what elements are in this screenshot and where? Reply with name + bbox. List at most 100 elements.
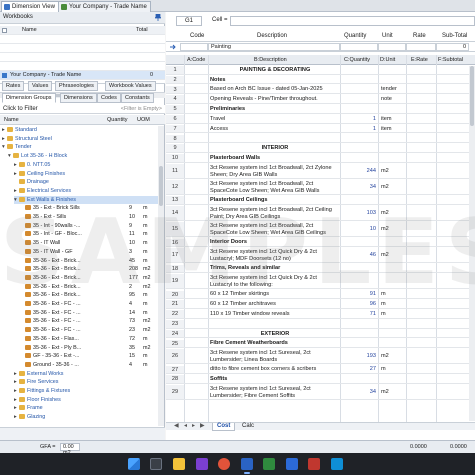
sheet-vscrollbar[interactable] [469, 66, 475, 421]
workbook-row-empty[interactable] [0, 35, 165, 44]
sheet-row[interactable]: 9 INTERIOR [166, 144, 475, 153]
col-header-e[interactable]: E:Rate [411, 57, 428, 63]
tree-group-node[interactable]: ▸ Glazing [14, 413, 158, 421]
estimating-app-taskbar-icon[interactable] [241, 458, 253, 474]
row-description[interactable]: Opening Reveals - Pine/Timber throughout… [210, 96, 340, 103]
row-description[interactable]: Notes [210, 77, 340, 84]
tab-codes[interactable]: Codes [97, 93, 121, 103]
tree-group-node[interactable]: ▸ Ceiling Finishes [14, 170, 158, 178]
row-description[interactable]: 3ct Resene system incl 1ct Broadwall, 2c… [210, 223, 340, 237]
row-description[interactable]: Fibre Cement Weatherboards [210, 340, 340, 347]
row-number[interactable]: 9 [166, 144, 184, 152]
row-number[interactable]: 8 [166, 134, 184, 143]
tree-group-node[interactable]: ▾ Lot 35-36 - H Block [8, 152, 158, 160]
sheet-row[interactable]: 14 3ct Resene system incl 1ct Broadwall, … [166, 206, 475, 222]
row-unit[interactable]: m2 [381, 353, 409, 359]
sheet-row[interactable]: 23 [166, 320, 475, 329]
tree-dimension-item[interactable]: 35-36 - Ext - FC - ... 23 m2 [20, 326, 158, 334]
tree-dimension-item[interactable]: 35-36 - Ext - FC - ... 4 m [20, 300, 158, 308]
file-explorer-icon[interactable] [173, 458, 185, 470]
row-unit[interactable]: m [381, 291, 409, 297]
workbook-row-empty[interactable] [0, 62, 165, 71]
tree-dimension-item[interactable]: 35-36 - Ext - Flas... 72 m [20, 335, 158, 343]
sheet-row[interactable]: 28 Soffits [166, 375, 475, 384]
row-checkbox[interactable] [2, 73, 7, 78]
row-number[interactable]: 5 [166, 105, 184, 113]
sheet-row[interactable]: 18 Trims, Reveals and similar [166, 264, 475, 274]
select-all-checkbox[interactable] [2, 28, 7, 33]
brave-browser-icon[interactable] [218, 458, 230, 470]
row-description[interactable]: Preliminaries [210, 106, 340, 113]
row-number[interactable]: 19 [166, 274, 184, 289]
tab-dimension-view[interactable]: Dimension View [1, 1, 59, 12]
col-header-a[interactable]: A:Code [187, 57, 205, 63]
row-quantity[interactable]: 1 [342, 116, 376, 122]
row-description[interactable]: Based on Arch BC Issue - dated 05-Jan-20… [210, 86, 340, 93]
row-description[interactable]: INTERIOR [210, 145, 340, 152]
sheet-tab-cost[interactable]: Cost [212, 423, 236, 431]
workbook-row-empty[interactable] [0, 53, 165, 62]
tree-dimension-item[interactable]: 35 - Ext - Sills 10 m [20, 213, 158, 221]
quantity-input[interactable] [340, 43, 378, 51]
row-quantity[interactable]: 96 [342, 301, 376, 307]
tree-dimension-item[interactable]: 35 - Ext - Brick Sills 9 m [20, 204, 158, 212]
sheet-row[interactable]: 21 60 x 12 Timber architraves 96 m [166, 300, 475, 309]
sheet-row[interactable]: 8 [166, 134, 475, 144]
row-unit[interactable]: m2 [381, 389, 409, 395]
row-number[interactable]: 11 [166, 164, 184, 178]
row-description[interactable]: EXTERIOR [210, 331, 340, 338]
start-icon[interactable] [128, 458, 140, 470]
sheet-row[interactable]: 7 Access 1 item [166, 124, 475, 134]
unit-input[interactable] [378, 43, 406, 51]
tree-group-node[interactable]: ▸ Fire Services [14, 378, 158, 386]
pdf-app-icon[interactable] [308, 458, 320, 470]
row-quantity[interactable]: 27 [342, 366, 376, 372]
row-number[interactable]: 15 [166, 222, 184, 237]
sync-app-icon[interactable] [331, 458, 343, 470]
tree-group-node[interactable]: ▸ Frame [14, 404, 158, 412]
code-input[interactable] [180, 43, 208, 51]
outlook-icon[interactable] [286, 458, 298, 470]
row-number[interactable]: 22 [166, 310, 184, 318]
row-description[interactable]: 3ct Resene system incl 1ct Quick Dry & 2… [210, 249, 340, 263]
sheet-tab-calc[interactable]: Calc [238, 423, 258, 431]
row-number[interactable]: 23 [166, 320, 184, 328]
sheet-row[interactable]: 24 EXTERIOR [166, 329, 475, 339]
row-number[interactable]: 13 [166, 196, 184, 204]
row-quantity[interactable]: 103 [342, 210, 376, 216]
tab-dimension-groups[interactable]: Dimension Groups [2, 93, 56, 103]
row-unit[interactable]: m2 [381, 226, 409, 232]
row-number[interactable]: 1 [166, 66, 184, 74]
sheet-row[interactable]: 27 ditto to fibre cement box corners & sc… [166, 365, 475, 375]
sheet-row[interactable]: 1 PAINTING & DECORATING [166, 66, 475, 75]
tree-group-node[interactable]: ▾ Ext Walls & Finishes [14, 195, 158, 204]
excel-icon[interactable] [263, 458, 275, 470]
row-quantity[interactable]: 244 [342, 168, 376, 174]
tree-dimension-item[interactable]: 35-36 - Ext - Brick... 177 m2 [20, 274, 158, 282]
sheet-row[interactable]: 10 Plasterboard Walls [166, 154, 475, 163]
sheet-row[interactable]: 2 Notes [166, 75, 475, 85]
tab-workbook-values[interactable]: Workbook Values [105, 81, 156, 91]
sheet-row[interactable]: 12 3ct Resene system incl 1ct Broadwall, … [166, 180, 475, 196]
row-unit[interactable]: m2 [381, 210, 409, 216]
nav-last-icon[interactable]: ▶ [196, 423, 209, 431]
tree-group-node[interactable]: ▸ Standard [2, 126, 158, 134]
row-unit[interactable]: item [381, 116, 409, 122]
cell-reference[interactable]: G1 [176, 16, 202, 26]
row-quantity[interactable]: 34 [342, 184, 376, 190]
row-quantity[interactable]: 71 [342, 311, 376, 317]
row-number[interactable]: 14 [166, 206, 184, 221]
tab-workbook[interactable]: Your Company - Trade Name [58, 1, 151, 12]
row-unit[interactable]: m2 [381, 168, 409, 174]
sheet-row[interactable]: 3 Based on Arch BC Issue - dated 05-Jan-2… [166, 85, 475, 95]
tree-vscrollbar[interactable] [158, 126, 164, 426]
pin-icon[interactable] [155, 14, 161, 21]
row-description[interactable]: 3ct Resene system incl 1ct Sureseal, 2ct… [210, 350, 340, 364]
arrow-right-icon[interactable] [170, 44, 177, 50]
sheet-row[interactable]: 16 Interior Doors [166, 238, 475, 248]
row-number[interactable]: 25 [166, 339, 184, 348]
row-description[interactable]: Interior Doors [210, 239, 340, 246]
sheet-row[interactable]: 20 60 x 12 Timber skirtings 91 m [166, 290, 475, 300]
row-description[interactable]: 3ct Resene system incl 1ct Broadwall, 2c… [210, 181, 340, 195]
workbook-row[interactable]: Your Company - Trade Name 0 [0, 71, 165, 80]
